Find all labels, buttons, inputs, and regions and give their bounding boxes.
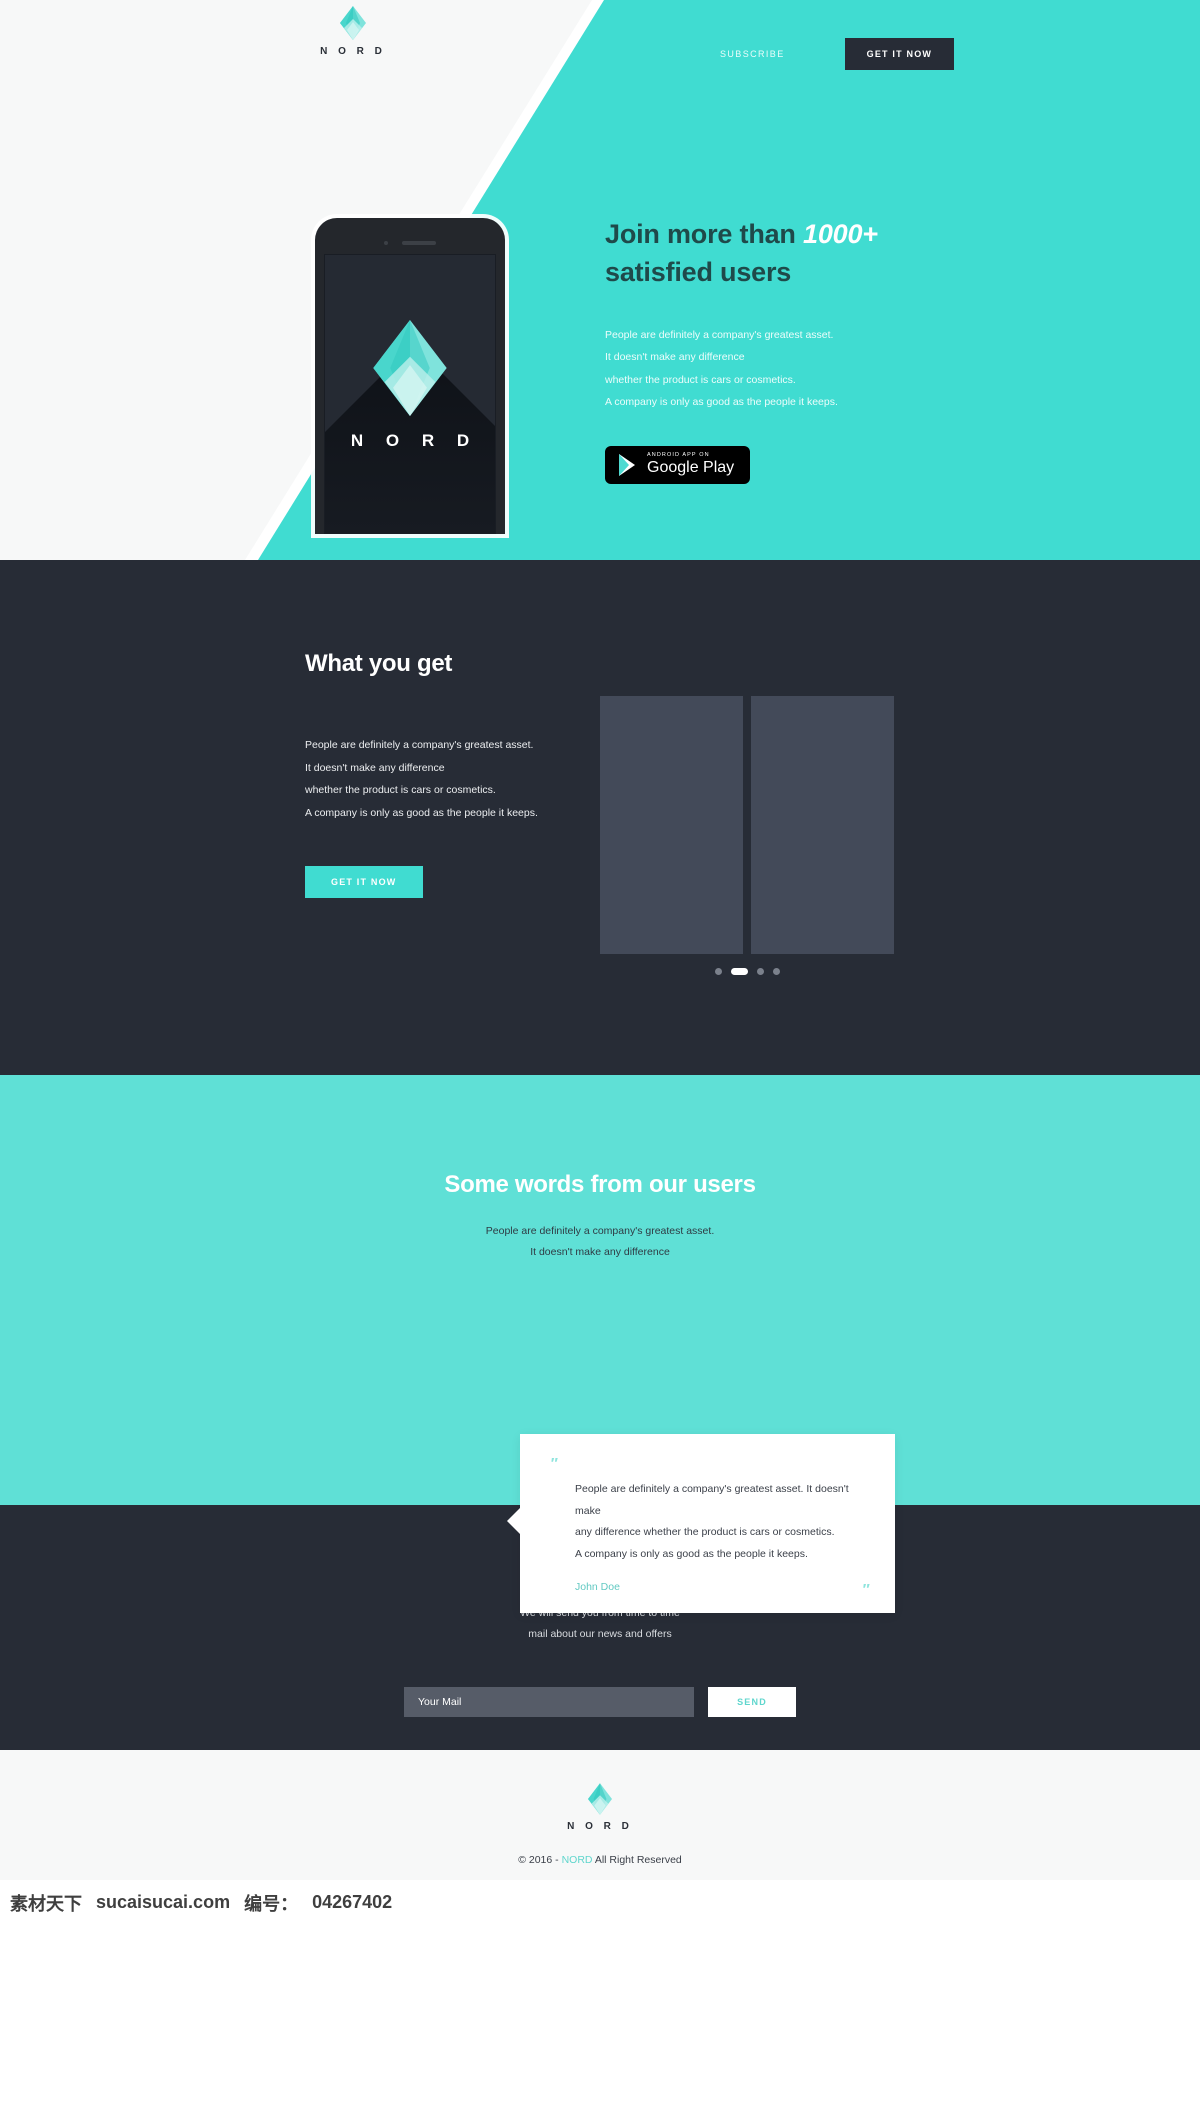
testimonials-subtext: People are definitely a company's greate… [0, 1221, 1200, 1263]
copyright-suffix: All Right Reserved [592, 1854, 682, 1866]
quote-open-icon: ″ [550, 1455, 558, 1472]
hero-heading-plain: Join more than [605, 219, 804, 249]
watermark-site-cn: 素材天下 [10, 1893, 82, 1914]
testimonials-subtext-line: It doesn't make any difference [530, 1246, 670, 1258]
features-paragraph-line: A company is only as good as the people … [305, 806, 538, 819]
copyright-prefix: © 2016 - [518, 1854, 562, 1866]
watermark-site: sucaisucai.com [96, 1892, 231, 1912]
google-play-pretext: ANDROID APP ON [647, 451, 710, 458]
diamond-logo-icon [340, 6, 366, 40]
phone-speaker-icon [402, 241, 436, 245]
header-logo-wordmark: N O R D [320, 46, 386, 57]
feature-slide[interactable] [751, 696, 894, 954]
testimonial-quote-line: A company is only as good as the people … [575, 1547, 808, 1560]
testimonial-quote-line: any difference whether the product is ca… [575, 1526, 835, 1539]
testimonials-carousel-dots-wrap [610, 1590, 790, 1611]
features-copy: What you get People are definitely a com… [305, 650, 565, 899]
email-input[interactable] [404, 1687, 694, 1717]
testimonials-carousel-dots [610, 1604, 790, 1611]
screen-wordmark: N O R D [350, 430, 479, 450]
header-logo[interactable]: N O R D [318, 6, 388, 57]
google-play-badge[interactable]: ANDROID APP ON Google Play [605, 445, 751, 485]
hero-heading-highlight: 1000+ [803, 219, 878, 249]
hero-paragraph-line: whether the product is cars or cosmetics… [605, 373, 796, 386]
phone-screen: N O R D [324, 254, 496, 534]
join-subtext-line: mail about our news and offers [528, 1628, 672, 1640]
hero-paragraph-line: A company is only as good as the people … [605, 396, 838, 409]
google-play-text: ANDROID APP ON Google Play [647, 451, 735, 477]
copyright-brand: NORD [561, 1854, 593, 1866]
features-carousel [600, 696, 894, 975]
carousel-dot-active[interactable] [730, 968, 748, 975]
newsletter-form: SEND [0, 1687, 1200, 1717]
hero-paragraph-line: It doesn't make any difference [605, 351, 745, 364]
landing-page: N O R D SUBSCRIBE GET IT NOW N O R D Joi… [0, 0, 1200, 1925]
carousel-dot[interactable] [772, 968, 780, 975]
features-paragraph-line: People are definitely a company's greate… [305, 739, 534, 751]
send-button[interactable]: SEND [708, 1687, 796, 1717]
header-cta-button[interactable]: GET IT NOW [844, 38, 955, 70]
hero-paragraph: People are definitely a company's greate… [605, 324, 955, 414]
google-play-name: Google Play [647, 459, 735, 477]
carousel-dot[interactable] [756, 968, 764, 975]
screen-logo: N O R D [325, 255, 495, 451]
testimonial-quote: People are definitely a company's greate… [575, 1479, 865, 1565]
phone-camera-icon [384, 241, 388, 245]
hero-teal-diagonal [253, 0, 1200, 560]
feature-slide[interactable] [600, 696, 743, 954]
quote-close-icon: ″ [861, 1581, 869, 1599]
features-slides [600, 696, 894, 954]
features-heading: What you get [305, 650, 453, 677]
features-paragraph-line: It doesn't make any difference [305, 761, 445, 774]
main-nav: SUBSCRIBE GET IT NOW [720, 38, 955, 70]
copyright: © 2016 - NORD All Right Reserved [0, 1854, 1200, 1866]
carousel-dot[interactable] [667, 1604, 675, 1611]
hero-paragraph-line: People are definitely a company's greate… [605, 328, 834, 341]
carousel-dot[interactable] [709, 1604, 717, 1611]
hero-heading: Join more than 1000+ satisfied users [605, 215, 955, 292]
watermark-bar: 素材天下 sucaisucai.com 编号： 04267402 [0, 1880, 1200, 1925]
carousel-dot-active[interactable] [683, 1604, 701, 1611]
hero-heading-line2: satisfied users [605, 257, 792, 288]
features-carousel-dots [600, 968, 894, 975]
hero-section: N O R D SUBSCRIBE GET IT NOW N O R D Joi… [0, 0, 1200, 560]
phone-top-bar [324, 232, 496, 254]
features-paragraph: People are definitely a company's greate… [305, 734, 565, 824]
footer-logo-wordmark: N O R D [567, 1821, 633, 1832]
nav-subscribe-link[interactable]: SUBSCRIBE [720, 49, 785, 59]
phone-body: N O R D [315, 218, 505, 534]
carousel-dot[interactable] [725, 1604, 733, 1611]
diamond-logo-icon [588, 1783, 612, 1815]
watermark-id-label: 编号： [244, 1893, 299, 1914]
google-play-icon [619, 454, 635, 477]
testimonial-quote-line: People are definitely a company's greate… [575, 1483, 849, 1517]
diamond-logo-icon [373, 319, 447, 416]
watermark-id-value: 04267402 [312, 1892, 393, 1912]
testimonials-heading: Some words from our users [444, 1171, 756, 1198]
hero-phone-mockup: N O R D [315, 218, 505, 534]
features-paragraph-line: whether the product is cars or cosmetics… [305, 784, 496, 797]
carousel-dot[interactable] [714, 968, 722, 975]
testimonials-header: Some words from our users People are def… [0, 1075, 1200, 1263]
features-cta-button[interactable]: GET IT NOW [305, 866, 423, 899]
footer: N O R D © 2016 - NORD All Right Reserved [0, 1750, 1200, 1880]
testimonial-card: ″ People are definitely a company's grea… [507, 1434, 895, 1614]
testimonials-subtext-line: People are definitely a company's greate… [485, 1225, 715, 1237]
hero-copy: Join more than 1000+ satisfied users Peop… [605, 215, 955, 485]
